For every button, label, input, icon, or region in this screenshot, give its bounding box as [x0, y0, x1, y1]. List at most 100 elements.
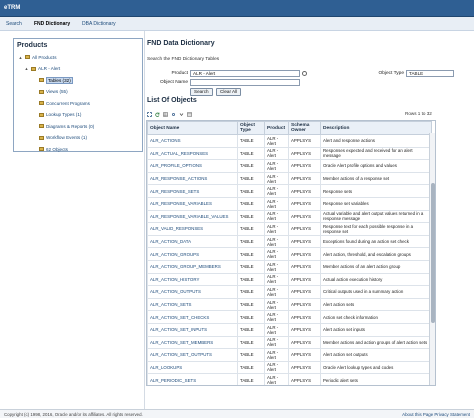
schema-owner-cell: APPLSYS	[288, 234, 321, 249]
product-field[interactable]: ALR - Alert	[190, 70, 300, 77]
product-cell: ALR - Alert	[264, 234, 289, 249]
tree-node[interactable]: Concurrent Programs	[32, 99, 90, 107]
object-type-label: Object Type	[378, 71, 404, 76]
table-row: ALR_PERIODIC_SETS TABLE ALR - Alert APPLSYS…	[147, 373, 432, 385]
schema-owner-cell: APPLSYS	[288, 310, 321, 324]
description-cell: Responses expected and received for an a…	[320, 146, 432, 161]
nav-search[interactable]: Search	[6, 21, 22, 27]
col-description[interactable]: Description	[320, 121, 432, 135]
description-cell: Alert action set inputs	[320, 322, 432, 337]
object-name-cell[interactable]: ALR_ACTION_OUTPUTS	[147, 285, 238, 299]
description-cell: Action set check information	[320, 310, 432, 324]
product-cell: ALR - Alert	[264, 209, 289, 224]
product-cell: ALR - Alert	[264, 285, 289, 299]
object-name-cell[interactable]: ALR_ACTION_GROUP_MEMBERS	[147, 259, 238, 274]
object-name-cell[interactable]: ALR_ACTION_SET_CHECKS	[147, 310, 238, 324]
search-button[interactable]: Search	[190, 88, 213, 96]
object-name-cell[interactable]: ALR_ACTION_SETS	[147, 297, 238, 312]
table-row: ALR_ACTION_SETS TABLE ALR - Alert APPLSYS Al…	[147, 297, 432, 312]
table-scrollbar[interactable]	[429, 133, 435, 385]
tree-node-label[interactable]: Concurrent Programs	[46, 101, 90, 106]
tree-node[interactable]: Views (55)	[32, 88, 68, 96]
list-of-objects-title: List Of Objects	[147, 97, 197, 104]
product-cell: ALR - Alert	[264, 360, 289, 375]
col-schema-owner[interactable]: Schema Owner	[288, 121, 321, 135]
object-type-select[interactable]: TABLE	[406, 70, 454, 77]
object-name-cell[interactable]: ALR_PROFILE_OPTIONS	[147, 159, 238, 173]
description-cell: Alert action set outputs	[320, 348, 432, 362]
schema-owner-cell: APPLSYS	[288, 322, 321, 337]
object-name-cell[interactable]: ALR_ACTUAL_RESPONSES	[147, 146, 238, 161]
refresh-icon[interactable]	[155, 112, 160, 117]
object-type-cell: TABLE	[237, 348, 265, 362]
object-name-cell[interactable]: ALR_RESPONSE_VARIABLE_VALUES	[147, 209, 238, 224]
tree-node[interactable]: ▲ All Products	[18, 53, 57, 61]
tree-node[interactable]: Diagrams & Reports (0)	[32, 122, 94, 130]
tree-node[interactable]: Tables (32)	[32, 76, 73, 84]
panel-divider	[144, 31, 145, 409]
object-name-field[interactable]	[190, 79, 300, 86]
scrollbar-thumb[interactable]	[431, 183, 435, 323]
tree-node-label[interactable]: Lookup Types (1)	[46, 112, 81, 117]
object-type-cell: TABLE	[237, 222, 265, 236]
schema-owner-cell: APPLSYS	[288, 348, 321, 362]
tree-node[interactable]: Lookup Types (1)	[32, 111, 81, 119]
object-type-cell: TABLE	[237, 322, 265, 337]
object-name-cell[interactable]: ALR_ACTION_SET_MEMBERS	[147, 335, 238, 350]
description-cell: Actual variable and alert output values …	[320, 209, 432, 224]
table-row: ALR_RESPONSE_VARIABLES TABLE ALR - Alert AP…	[147, 196, 432, 211]
columns-icon[interactable]	[187, 112, 192, 117]
tree-node-label[interactable]: All Products	[32, 55, 57, 60]
tree-node[interactable]: 62 Objects	[32, 145, 68, 153]
disclosure-icon[interactable]: ▲	[18, 55, 23, 60]
product-cell: ALR - Alert	[264, 159, 289, 173]
object-name-cell[interactable]: ALR_ACTION_DATA	[147, 234, 238, 249]
description-cell: Member actions of an alert action group	[320, 259, 432, 274]
settings-icon[interactable]	[171, 112, 176, 117]
object-name-cell[interactable]: ALR_RESPONSE_SETS	[147, 184, 238, 198]
clear-all-button[interactable]: Clear All	[216, 88, 242, 96]
object-name-cell[interactable]: ALR_ACTION_HISTORY	[147, 272, 238, 287]
disclosure-icon[interactable]: ▲	[24, 66, 29, 71]
tree-node[interactable]: Workflow Events (1)	[32, 134, 87, 142]
expand-icon[interactable]	[147, 112, 152, 117]
object-name-cell[interactable]: ALR_ACTION_SET_INPUTS	[147, 322, 238, 337]
tree-node-label[interactable]: Views (55)	[46, 89, 68, 94]
product-cell: ALR - Alert	[264, 373, 289, 385]
object-name-cell[interactable]: ALR_ACTIONS	[147, 134, 238, 148]
object-name-cell[interactable]: ALR_ACTION_SET_OUTPUTS	[147, 348, 238, 362]
tree-node-label[interactable]: 62 Objects	[46, 147, 68, 152]
description-cell: Member actions and action groups of aler…	[320, 335, 432, 350]
description-cell: Exceptions found during an action set ch…	[320, 234, 432, 249]
chevron-down-icon[interactable]	[179, 112, 184, 117]
object-type-cell: TABLE	[237, 335, 265, 350]
tree-node-label[interactable]: Workflow Events (1)	[46, 135, 87, 140]
object-name-cell[interactable]: ALR_RESPONSE_ACTIONS	[147, 171, 238, 186]
object-name-cell[interactable]: ALR_PERIODIC_SETS	[147, 373, 238, 385]
tree-node-label[interactable]: Diagrams & Reports (0)	[46, 124, 94, 129]
folder-icon	[39, 147, 44, 151]
product-cell: ALR - Alert	[264, 335, 289, 350]
folder-icon	[39, 78, 44, 82]
tree-node[interactable]: ▲ ALR - Alert	[24, 65, 61, 73]
col-product[interactable]: Product	[264, 121, 289, 135]
col-object-name[interactable]: Object Name	[147, 121, 238, 135]
object-name-cell[interactable]: ALR_VALID_RESPONSES	[147, 222, 238, 236]
nav-fnd-dictionary[interactable]: FND Dictionary	[34, 21, 70, 27]
top-banner: eTRM	[0, 0, 474, 17]
object-name-cell[interactable]: ALR_RESPONSE_VARIABLES	[147, 196, 238, 211]
tree-node-label[interactable]: Tables (32)	[46, 76, 73, 84]
tree-node-label[interactable]: ALR - Alert	[38, 66, 60, 71]
col-object-type[interactable]: Object Type	[237, 121, 265, 135]
object-type-value: TABLE	[409, 71, 424, 76]
object-name-cell[interactable]: ALR_ACTION_GROUPS	[147, 247, 238, 261]
object-name-cell[interactable]: ALR_LOOKUPS	[147, 360, 238, 375]
footer-links[interactable]: About this Page Privacy Statement	[402, 412, 470, 417]
objects-table: Object Name Object Type Product Schema O…	[146, 120, 436, 386]
table-row: ALR_ACTION_HISTORY TABLE ALR - Alert APPLSY…	[147, 272, 432, 287]
nav-dba-dictionary[interactable]: DBA Dictionary	[82, 21, 116, 27]
grid-icon[interactable]	[163, 112, 168, 117]
object-type-cell: TABLE	[237, 196, 265, 211]
product-lookup-icon[interactable]	[302, 71, 307, 76]
object-type-cell: TABLE	[237, 272, 265, 287]
